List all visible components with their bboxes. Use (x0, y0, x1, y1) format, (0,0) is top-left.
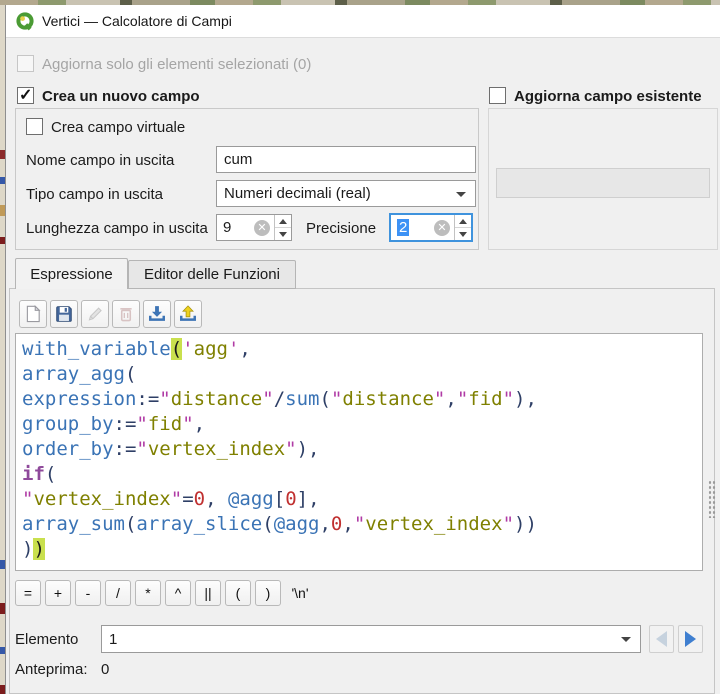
tab-function-editor[interactable]: Editor delle Funzioni (128, 260, 296, 289)
arrow-down-import-icon (148, 305, 166, 323)
qgis-logo-icon (15, 11, 35, 31)
element-label: Elemento (15, 631, 78, 648)
operator-button[interactable]: || (195, 580, 221, 606)
operator-button[interactable]: = (15, 580, 41, 606)
output-type-value: Numeri decimali (real) (224, 185, 371, 202)
triangle-down-icon (279, 232, 287, 237)
operator-button[interactable]: * (135, 580, 161, 606)
import-expression-button[interactable] (143, 300, 171, 328)
precision-spinbox[interactable]: 2 ✕ (389, 213, 473, 242)
delete-expression-button (112, 300, 140, 328)
operator-button[interactable]: '\n' (285, 580, 315, 606)
expression-editor[interactable]: with_variable('agg',array_agg(expression… (15, 333, 703, 571)
title-bar[interactable]: Vertici — Calcolatore di Campi (6, 5, 720, 38)
output-name-label: Nome campo in uscita (26, 152, 174, 169)
preview-label: Anteprima: (15, 661, 88, 678)
update-selected-label: Aggiorna solo gli elementi selezionati (… (42, 56, 311, 73)
code-line: if( (22, 462, 702, 487)
code-line: "vertex_index"=0, @agg[0], (22, 487, 702, 512)
output-type-combo[interactable]: Numeri decimali (real) (216, 180, 476, 207)
update-selected-checkbox (17, 55, 34, 72)
clear-value-icon[interactable]: ✕ (434, 220, 450, 236)
new-file-icon (24, 305, 42, 323)
update-existing-checkbox[interactable] (489, 87, 506, 104)
operator-button[interactable]: - (75, 580, 101, 606)
virtual-field-checkbox[interactable] (26, 118, 43, 135)
pencil-icon (86, 305, 104, 323)
output-length-label: Lunghezza campo in uscita (26, 220, 208, 237)
existing-field-combo (496, 168, 710, 198)
element-combo[interactable]: 1 (101, 625, 641, 653)
operator-button[interactable]: / (105, 580, 131, 606)
arrow-up-export-icon (179, 305, 197, 323)
code-line: array_sum(array_slice(@agg,0,"vertex_ind… (22, 512, 702, 537)
spin-up-button[interactable] (275, 215, 291, 228)
next-feature-button[interactable] (678, 625, 703, 653)
export-expression-button[interactable] (174, 300, 202, 328)
output-name-value: cum (224, 151, 252, 168)
expression-code: with_variable('agg',array_agg(expression… (22, 337, 702, 562)
precision-value: 2 (397, 219, 409, 236)
preview-value: 0 (101, 661, 109, 678)
precision-label: Precisione (306, 220, 376, 237)
spin-down-button[interactable] (275, 228, 291, 240)
update-existing-label: Aggiorna campo esistente (514, 88, 702, 105)
operator-button[interactable]: ^ (165, 580, 191, 606)
operator-button[interactable]: ( (225, 580, 251, 606)
window-title: Vertici — Calcolatore di Campi (42, 13, 232, 29)
output-name-input[interactable]: cum (216, 146, 476, 173)
triangle-up-icon (459, 219, 467, 224)
operator-button[interactable]: ) (255, 580, 281, 606)
save-icon (55, 305, 73, 323)
edit-expression-button (81, 300, 109, 328)
screenshot-root: Vertici — Calcolatore di Campi Aggiorna … (0, 0, 720, 694)
triangle-down-icon (459, 232, 467, 237)
operator-button[interactable]: + (45, 580, 71, 606)
create-new-field-checkbox[interactable] (17, 87, 34, 104)
clear-value-icon[interactable]: ✕ (254, 220, 270, 236)
output-type-label: Tipo campo in uscita (26, 186, 163, 203)
triangle-left-icon (656, 631, 667, 647)
triangle-up-icon (279, 219, 287, 224)
tab-function-editor-label: Editor delle Funzioni (144, 266, 280, 283)
output-length-value: 9 (223, 219, 231, 236)
create-new-field-label: Crea un nuovo campo (42, 88, 200, 105)
element-value: 1 (109, 631, 117, 648)
code-line: order_by:="vertex_index"), (22, 437, 702, 462)
virtual-field-label: Crea campo virtuale (51, 119, 185, 136)
code-line: with_variable('agg', (22, 337, 702, 362)
tab-expression[interactable]: Espressione (15, 258, 128, 289)
output-length-spinbox[interactable]: 9 ✕ (216, 214, 292, 241)
splitter-grip-icon[interactable] (708, 480, 716, 518)
spin-up-button[interactable] (455, 215, 471, 228)
new-expression-button[interactable] (19, 300, 47, 328)
spin-down-button[interactable] (455, 228, 471, 240)
operator-row: =+-/*^||()'\n' (15, 580, 315, 606)
previous-feature-button (649, 625, 674, 653)
code-line: expression:="distance"/sum("distance","f… (22, 387, 702, 412)
save-expression-button[interactable] (50, 300, 78, 328)
code-line: )) (22, 537, 702, 562)
chevron-down-icon (456, 192, 466, 197)
code-line: array_agg( (22, 362, 702, 387)
field-calculator-dialog: Vertici — Calcolatore di Campi Aggiorna … (5, 5, 720, 694)
tab-expression-label: Espressione (30, 266, 113, 283)
code-line: group_by:="fid", (22, 412, 702, 437)
chevron-down-icon (621, 637, 631, 642)
triangle-right-icon (685, 631, 696, 647)
trash-icon (117, 305, 135, 323)
